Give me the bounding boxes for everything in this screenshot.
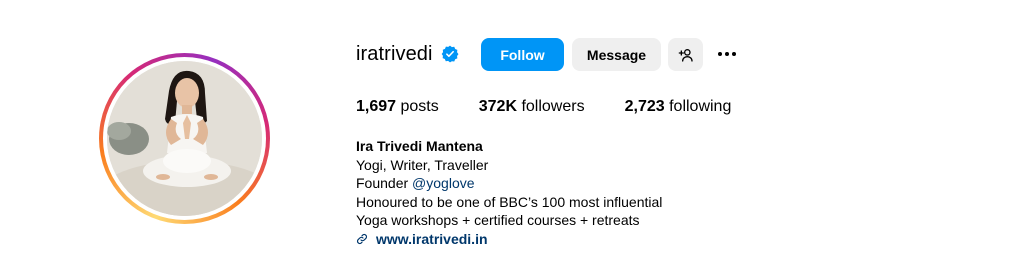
profile-stats: 1,697 posts 372K followers 2,723 followi… xyxy=(356,98,771,116)
posts-count: 1,697 xyxy=(356,98,397,115)
following-label: following xyxy=(669,98,732,115)
website-link[interactable]: www.iratrivedi.in xyxy=(356,230,662,249)
profile-photo xyxy=(107,61,262,216)
username: iratrivedi xyxy=(356,42,433,65)
following-count: 2,723 xyxy=(624,98,665,115)
message-button[interactable]: Message xyxy=(572,38,661,71)
more-options-icon xyxy=(718,52,736,56)
posts-stat: 1,697 posts xyxy=(356,98,439,116)
full-name: Ira Trivedi Mantena xyxy=(356,138,483,154)
bio-line: Honoured to be one of BBC’s 100 most inf… xyxy=(356,193,663,210)
bio-text: Founder xyxy=(356,175,413,191)
website-link-text: www.iratrivedi.in xyxy=(376,230,488,247)
follow-button[interactable]: Follow xyxy=(481,38,564,71)
add-person-icon xyxy=(678,48,693,62)
bio: Ira Trivedi Mantena Yogi, Writer, Travel… xyxy=(356,137,662,248)
suggested-accounts-button[interactable] xyxy=(668,38,703,71)
username-row: iratrivedi xyxy=(356,36,459,72)
bio-line: Yogi, Writer, Traveller xyxy=(356,156,489,173)
following-stat[interactable]: 2,723 following xyxy=(625,98,732,116)
verified-badge-icon xyxy=(441,45,459,63)
avatar[interactable] xyxy=(107,61,262,216)
followers-label: followers xyxy=(521,98,585,115)
profile-header: iratrivedi Follow Message 1,697 posts 37… xyxy=(0,0,1024,261)
posts-label: posts xyxy=(400,98,439,115)
bio-line: Yoga workshops + certified courses + ret… xyxy=(356,212,640,228)
followers-count: 372K xyxy=(478,98,517,115)
story-ring[interactable] xyxy=(99,53,270,224)
bio-line: Founder @yoglove xyxy=(356,174,662,193)
link-icon xyxy=(357,233,367,244)
followers-stat[interactable]: 372K followers xyxy=(479,98,585,116)
more-options-button[interactable] xyxy=(713,40,741,68)
mention-link[interactable]: @yoglove xyxy=(412,175,474,191)
